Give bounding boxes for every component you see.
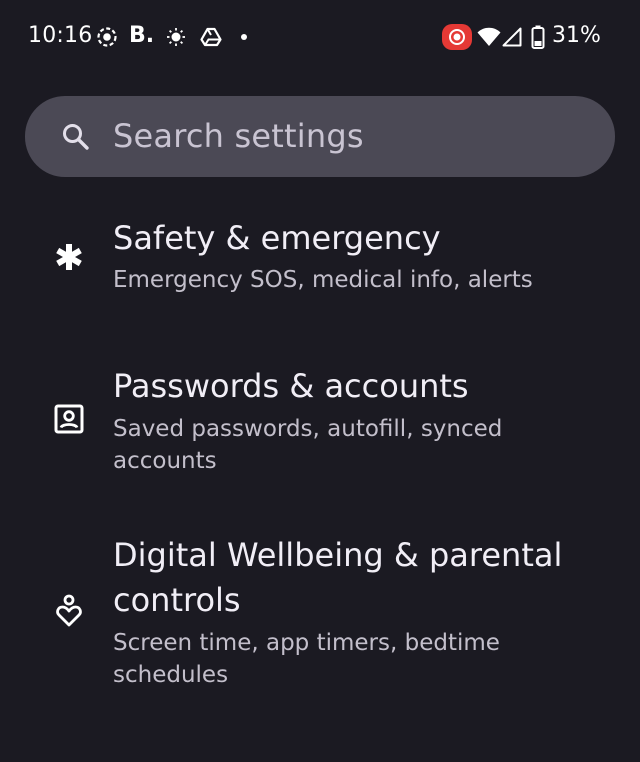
- wellbeing-icon: [50, 592, 88, 630]
- item-title: Passwords & accounts: [113, 367, 469, 405]
- b-app-icon: B.: [129, 23, 155, 48]
- brightness-icon: [165, 24, 187, 50]
- item-subtitle: Emergency SOS, medical info, alerts: [113, 267, 533, 293]
- settings-item-safety-emergency[interactable]: Safety & emergency Emergency SOS, medica…: [0, 200, 640, 330]
- wifi-icon: [477, 24, 501, 50]
- cell-signal-icon: [502, 24, 522, 50]
- drive-icon: [199, 24, 223, 50]
- settings-item-digital-wellbeing[interactable]: Digital Wellbeing & parental controls Sc…: [0, 515, 640, 705]
- screen-record-icon: [442, 24, 472, 50]
- item-title-continued: controls: [113, 581, 241, 619]
- asterisk-icon: [50, 238, 88, 276]
- settings-item-passwords-accounts[interactable]: Passwords & accounts Saved passwords, au…: [0, 345, 640, 495]
- item-subtitle: Saved passwords, autofill, synced: [113, 416, 503, 442]
- battery-icon: [531, 24, 545, 50]
- item-subtitle-continued: accounts: [113, 448, 217, 474]
- item-title: Safety & emergency: [113, 219, 441, 257]
- search-input[interactable]: Search settings: [113, 113, 364, 159]
- notification-dot-icon: [239, 24, 249, 50]
- item-title: Digital Wellbeing & parental: [113, 536, 563, 574]
- battery-percent: 31%: [552, 23, 601, 48]
- search-icon: [60, 121, 92, 153]
- status-bar: 10:16 B. 31%: [0, 0, 640, 72]
- status-time: 10:16: [28, 23, 93, 48]
- record-circle-icon: [95, 24, 119, 50]
- item-subtitle-continued: schedules: [113, 662, 229, 688]
- item-subtitle: Screen time, app timers, bedtime: [113, 630, 500, 656]
- account-box-icon: [50, 400, 88, 438]
